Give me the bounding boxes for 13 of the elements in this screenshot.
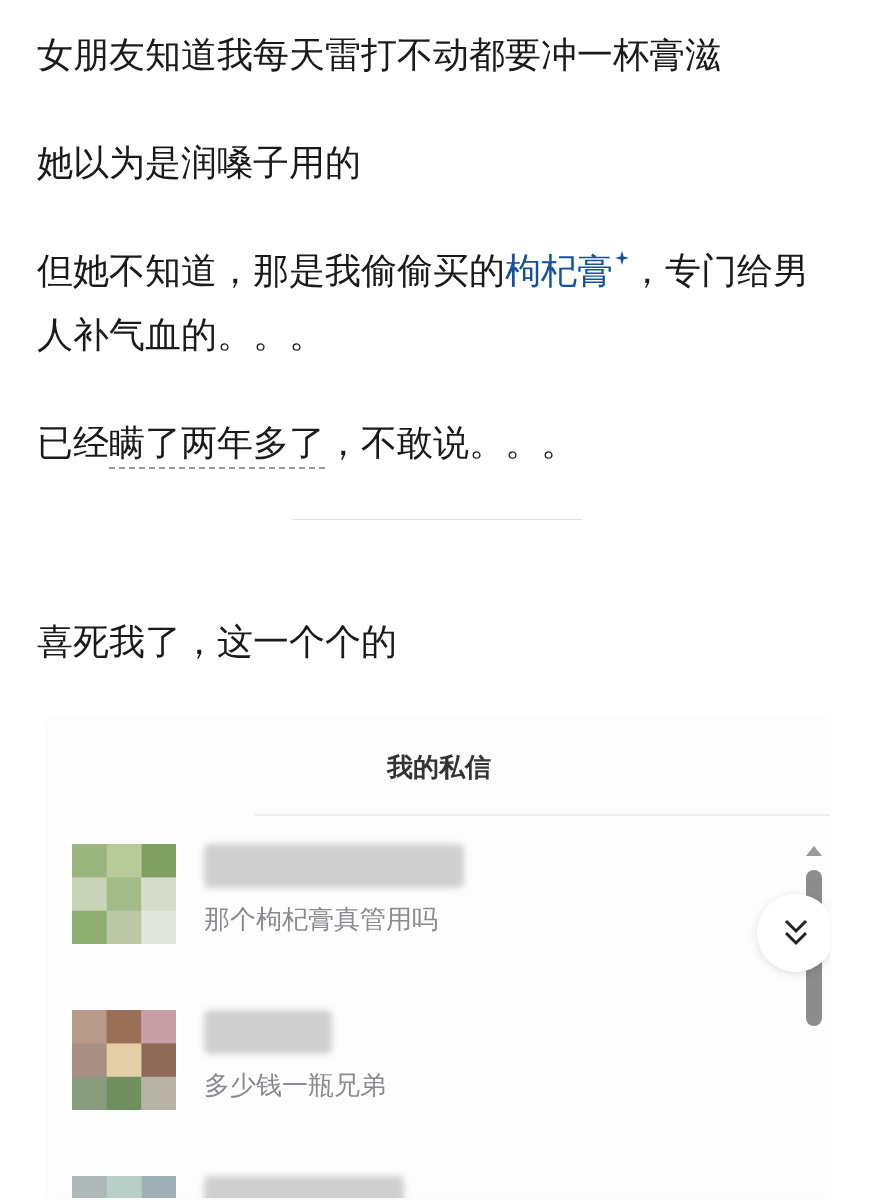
paragraph: 但她不知道，那是我偷偷买的枸杞膏 ，专门给男人补气血的。。。 [37,249,810,357]
paragraph: 喜死我了，这一个个的 [37,620,398,664]
paragraph: 女朋友知道我每天雷打不动都要冲一杯膏滋 [37,33,722,77]
sparkle-icon [615,251,629,265]
inbox-title: 我的私信 [387,751,491,784]
paragraph: 她以为是润嗓子用的 [37,141,362,185]
message-preview[interactable]: 那个枸杞膏真管用吗 [204,902,464,936]
keyword-link[interactable]: 枸杞膏 [505,250,629,291]
double-chevron-down-icon [782,918,810,948]
scroll-up-icon[interactable] [806,846,822,856]
scroll-down-button[interactable] [757,894,830,972]
paragraph: 已经瞒了两年多了，不敢说。。。 [37,421,578,465]
message-preview[interactable]: 多少钱一瓶兄弟 [204,1068,386,1102]
